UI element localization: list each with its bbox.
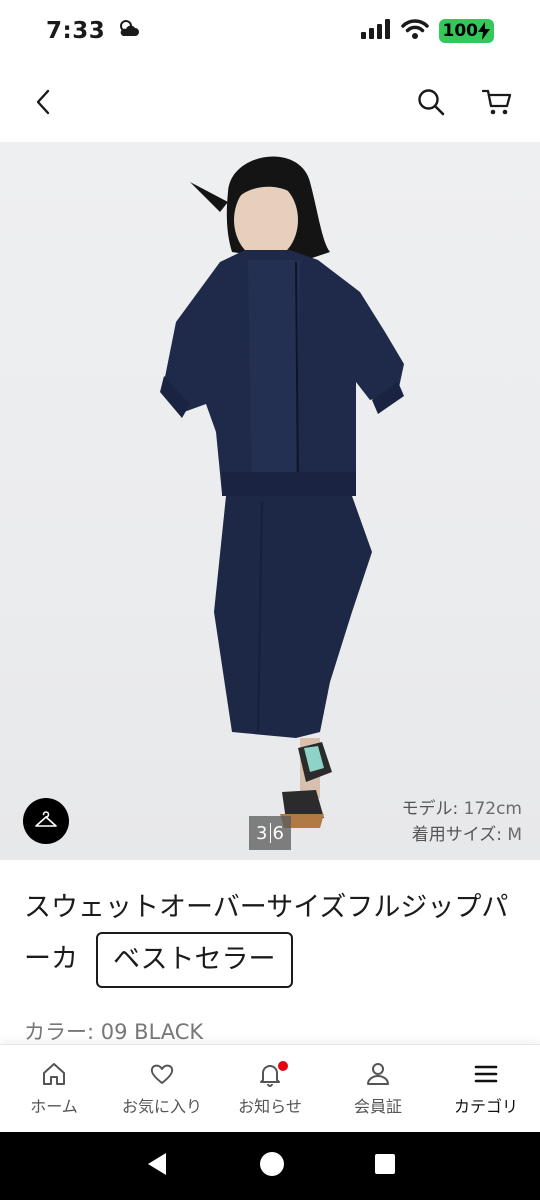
nav-label-notifications: お知らせ (238, 1096, 302, 1116)
nav-label-favorites: お気に入り (121, 1096, 202, 1116)
square-recents-icon (374, 1154, 395, 1174)
back-button[interactable] (26, 85, 60, 119)
search-icon (418, 89, 445, 116)
person-icon (367, 1062, 389, 1085)
pager-current: 3 (256, 822, 268, 844)
color-value: 09 BLACK (100, 1020, 204, 1044)
product-photo (160, 156, 404, 828)
model-height-label: モデル: (401, 799, 459, 819)
system-home-button[interactable] (259, 1151, 285, 1181)
weather-icon (117, 18, 141, 44)
cart-button[interactable] (480, 85, 514, 119)
menu-icon (474, 1065, 498, 1082)
color-line: カラー: 09 BLACK (24, 1016, 203, 1046)
system-nav-bar (0, 1132, 540, 1200)
nav-item-notifications[interactable]: お知らせ (216, 1060, 324, 1117)
nav-label-home: ホーム (30, 1096, 78, 1116)
system-back-button[interactable] (144, 1151, 170, 1181)
home-icon (43, 1062, 65, 1085)
model-info: モデル: 172cm 着用サイズ: M (402, 796, 523, 848)
status-time: 7:33 (46, 18, 106, 44)
battery-indicator: 100 (438, 19, 494, 43)
battery-level: 100 (442, 21, 479, 41)
model-size-label: 着用サイズ: (411, 825, 502, 845)
wifi-icon (400, 18, 429, 44)
search-button[interactable] (414, 85, 448, 119)
color-label: カラー: (24, 1020, 95, 1044)
product-image-carousel[interactable]: 3 6 モデル: 172cm 着用サイズ: M (0, 142, 540, 860)
bottom-nav: ホーム お気に入り お知らせ 会員証 カテゴリ (0, 1044, 540, 1132)
cart-icon (482, 89, 512, 115)
image-pager: 3 6 (249, 816, 291, 850)
model-size-value: M (507, 825, 522, 845)
nav-label-category: カテゴリ (453, 1096, 518, 1116)
nav-item-membership[interactable]: 会員証 (324, 1061, 432, 1117)
try-on-button[interactable] (23, 798, 69, 844)
system-recents-button[interactable] (374, 1153, 396, 1179)
nav-item-category[interactable]: カテゴリ (432, 1061, 540, 1117)
model-height-value: 172cm (463, 799, 522, 819)
app-header (0, 62, 540, 142)
product-title-block: スウェットオーバーサイズフルジップパーカ ベストセラー (24, 884, 524, 988)
pager-total: 6 (272, 822, 284, 844)
nav-item-home[interactable]: ホーム (0, 1061, 108, 1117)
status-bar: 7:33 100 (0, 0, 540, 62)
nav-item-favorites[interactable]: お気に入り (108, 1061, 216, 1117)
charging-icon (478, 22, 490, 40)
nav-label-membership: 会員証 (353, 1096, 402, 1116)
circle-home-icon (259, 1152, 284, 1176)
heart-icon (150, 1064, 174, 1084)
signal-icon (360, 19, 391, 43)
triangle-back-icon (148, 1153, 167, 1175)
notification-dot (278, 1060, 288, 1071)
bestseller-badge: ベストセラー (96, 932, 293, 988)
chevron-left-icon (36, 89, 50, 115)
hanger-icon (35, 811, 57, 827)
